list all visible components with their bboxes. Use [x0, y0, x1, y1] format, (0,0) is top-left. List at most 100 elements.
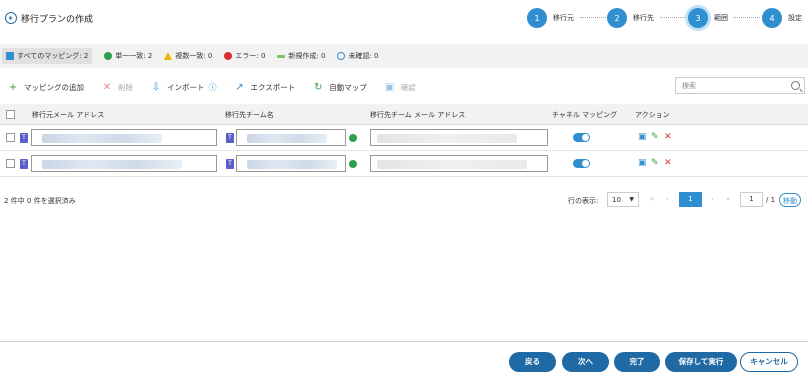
step-label: 設定: [788, 14, 802, 22]
filter-single-match[interactable]: 単一一致: 2: [104, 51, 152, 61]
column-header: アクション: [635, 111, 670, 119]
column-header[interactable]: 移行先チーム名: [225, 110, 274, 120]
confirm-button[interactable]: ▣ 確認: [385, 82, 416, 93]
back-arrow-icon[interactable]: [5, 12, 17, 24]
destination-team-field[interactable]: [236, 155, 346, 172]
search-icon[interactable]: [791, 81, 800, 90]
source-email-field[interactable]: [31, 129, 217, 146]
teams-icon: T: [20, 133, 28, 143]
first-page-icon[interactable]: «: [650, 195, 654, 203]
chevron-down-icon: ▼: [629, 196, 634, 203]
delete-icon[interactable]: ✕: [664, 158, 672, 168]
source-email-field[interactable]: [31, 155, 217, 172]
error-icon: [224, 52, 233, 60]
delete-icon: ✕: [102, 81, 112, 93]
table-header: 移行元メール アドレス 移行先チーム名 移行先チーム メール アドレス チャネル…: [0, 104, 808, 125]
import-icon: ⇩: [151, 81, 161, 93]
cancel-button[interactable]: キャンセル: [740, 352, 798, 372]
filter-label: 新規作成: 0: [288, 52, 326, 60]
button-label: 自動マップ: [329, 82, 367, 92]
next-page-icon[interactable]: ›: [711, 195, 714, 203]
teams-icon: T: [20, 159, 28, 169]
prev-page-icon[interactable]: ‹: [666, 195, 669, 203]
step-settings[interactable]: 4 設定: [762, 7, 802, 29]
row-checkbox[interactable]: [6, 159, 15, 168]
current-page[interactable]: 1: [679, 192, 702, 207]
filter-label: 未確認: 0: [348, 52, 379, 60]
edit-icon[interactable]: ✎: [651, 158, 659, 168]
clipboard-icon[interactable]: ▣: [638, 132, 647, 142]
table-row[interactable]: T T ▣ ✎ ✕: [0, 151, 808, 177]
automap-button[interactable]: ↻ 自動マップ: [313, 82, 367, 93]
table-row[interactable]: T T ▣ ✎ ✕: [0, 125, 808, 151]
export-button[interactable]: ↗ エクスポート: [235, 82, 296, 93]
search-placeholder: 検索: [682, 82, 696, 90]
all-mappings-icon: [6, 52, 14, 60]
mapping-table: 移行元メール アドレス 移行先チーム名 移行先チーム メール アドレス チャネル…: [0, 104, 808, 177]
check-circle-icon: [104, 52, 113, 60]
go-button[interactable]: 移動: [779, 193, 801, 207]
delete-icon[interactable]: ✕: [664, 132, 672, 142]
redacted-text: [377, 134, 517, 143]
last-page-icon[interactable]: »: [726, 195, 730, 203]
clipboard-icon[interactable]: ▣: [638, 158, 647, 168]
column-header[interactable]: 移行元メール アドレス: [32, 110, 104, 120]
add-mapping-button[interactable]: + マッピングの追加: [8, 82, 84, 93]
destination-email-field[interactable]: [370, 129, 548, 146]
filter-multiple-match[interactable]: 複数一致: 0: [164, 51, 212, 61]
footer: 戻る 次へ 完了 保存して実行 キャンセル: [0, 341, 808, 375]
filter-label: 複数一致: 0: [175, 52, 213, 60]
step-source[interactable]: 1 移行元: [527, 7, 574, 29]
column-header[interactable]: チャネル マッピング: [552, 110, 617, 120]
header: 移行プランの作成 1 移行元 2 移行先 3 範囲 4 設定: [0, 0, 808, 37]
info-icon[interactable]: ⓘ: [209, 82, 217, 93]
filter-unconfirmed[interactable]: 未確認: 0: [337, 51, 379, 61]
back-button[interactable]: 戻る: [509, 352, 556, 372]
button-label: エクスポート: [250, 82, 296, 92]
next-button[interactable]: 次へ: [562, 352, 609, 372]
redacted-text: [247, 160, 337, 169]
step-destination[interactable]: 2 移行先: [607, 7, 654, 29]
filter-error[interactable]: エラー: 0: [224, 51, 265, 61]
column-header[interactable]: 移行先チーム メール アドレス: [370, 110, 465, 120]
step-number: 2: [607, 8, 627, 28]
destination-email-field[interactable]: [370, 155, 548, 172]
step-label: 移行先: [633, 14, 654, 22]
import-button[interactable]: ⇩ インポート ⓘ: [151, 82, 217, 93]
filter-label: すべてのマッピング: 2: [17, 52, 89, 60]
button-label: 確認: [400, 82, 416, 92]
step-divider: [733, 17, 760, 18]
button-label: インポート: [167, 82, 205, 92]
filter-new[interactable]: 新規作成: 0: [277, 51, 325, 61]
save-and-run-button[interactable]: 保存して実行: [665, 352, 737, 372]
page-input[interactable]: 1: [740, 192, 763, 207]
check-circle-icon: [349, 134, 357, 142]
channel-mapping-toggle[interactable]: [573, 133, 590, 142]
finish-button[interactable]: 完了: [614, 352, 660, 372]
filter-bar: すべてのマッピング: 2 単一一致: 2 複数一致: 0 エラー: 0 新規作成…: [0, 44, 808, 68]
row-checkbox[interactable]: [6, 133, 15, 142]
step-label: 範囲: [714, 14, 728, 22]
step-divider: [580, 17, 606, 18]
filter-label: 単一一致: 2: [115, 52, 153, 60]
delete-button[interactable]: ✕ 削除: [102, 82, 133, 93]
redacted-text: [247, 134, 327, 143]
redacted-text: [42, 160, 182, 169]
refresh-icon: ↻: [314, 81, 323, 93]
new-icon: [277, 54, 286, 58]
check-circle-icon: [349, 160, 357, 168]
channel-mapping-toggle[interactable]: [573, 159, 590, 168]
button-label: 削除: [118, 82, 133, 92]
select-all-checkbox[interactable]: [6, 110, 15, 119]
pagination: 行の表示: 10 ▼ « ‹ 1 › » 1 / 1 移動: [0, 192, 808, 208]
filter-all-mappings[interactable]: すべてのマッピング: 2: [2, 48, 93, 64]
step-label: 移行元: [553, 14, 574, 22]
rows-per-page-select[interactable]: 10 ▼: [607, 192, 639, 207]
plus-icon: +: [8, 81, 18, 93]
teams-icon: T: [226, 133, 234, 143]
edit-icon[interactable]: ✎: [651, 132, 659, 142]
toolbar: + マッピングの追加 ✕ 削除 ⇩ インポート ⓘ ↗ エクスポート ↻ 自動マ…: [0, 76, 808, 98]
step-scope[interactable]: 3 範囲: [688, 7, 728, 29]
search-input[interactable]: 検索: [675, 77, 805, 94]
destination-team-field[interactable]: [236, 129, 346, 146]
